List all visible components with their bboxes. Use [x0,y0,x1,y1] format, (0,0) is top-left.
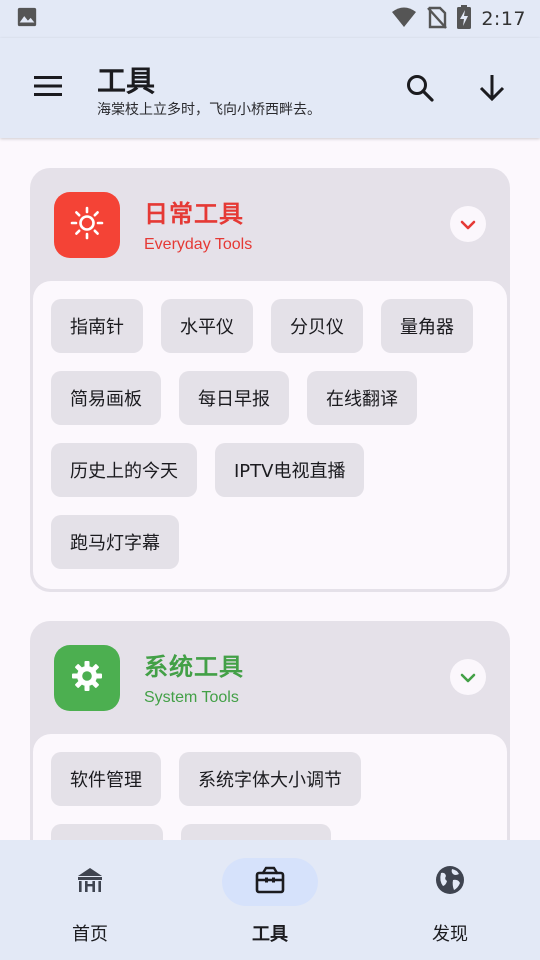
section-title: 日常工具 [144,200,244,228]
section-icon [54,645,120,711]
nav-item-tools[interactable]: 工具 [180,840,360,960]
tool-chip[interactable]: 量角器 [381,299,473,353]
tool-chip[interactable]: 分贝仪 [271,299,363,353]
tool-chip[interactable]: 软件管理 [51,752,161,806]
tool-chip[interactable]: 简易画板 [51,371,161,425]
tool-chip[interactable]: 跑马灯字幕 [51,515,179,569]
gear-icon [70,659,104,697]
collapse-button[interactable] [450,659,486,695]
search-icon [405,73,435,107]
app-bar: 工具 海棠枝上立多时，飞向小桥西畔去。 [0,38,540,138]
image-icon [16,6,38,32]
sun-icon [70,206,104,244]
nav-item-discover[interactable]: 发现 [360,840,540,960]
search-button[interactable] [398,68,442,112]
nav-indicator [402,858,498,906]
bottom-navigation: 首页 工具 发现 [0,840,540,960]
section-icon [54,192,120,258]
tool-chip[interactable]: 系统字体大小调节 [179,752,361,806]
tool-chip[interactable]: 水平仪 [161,299,253,353]
section-header[interactable]: 日常工具 Everyday Tools [30,168,510,281]
section-everyday-tools: 日常工具 Everyday Tools 指南针 水平仪 分贝仪 量角器简易画板 每日早报… [30,168,510,592]
nav-label: 首页 [72,924,108,945]
nav-indicator-active [222,858,318,906]
tool-chip[interactable]: 在线翻译 [307,371,417,425]
tool-list[interactable]: 日常工具 Everyday Tools 指南针 水平仪 分贝仪 量角器简易画板 每日早报… [0,138,540,840]
section-tools: 软件管理 系统字体大小调节 [33,734,507,840]
collapse-button[interactable] [450,206,486,242]
home-icon [75,865,105,899]
section-tools: 指南针 水平仪 分贝仪 量角器简易画板 每日早报 在线翻译历史上的今天 IPTV电视直播 跑马… [33,281,507,589]
globe-icon [434,864,466,900]
menu-icon [34,75,62,101]
section-subtitle: Everyday Tools [144,236,253,253]
section-system-tools: 系统工具 System Tools 软件管理 系统字体大小调节 [30,621,510,840]
no-sim-icon [427,5,448,33]
chevron-down-icon [460,215,476,234]
tool-chip-list: 软件管理 系统字体大小调节 [51,752,489,840]
status-time: 2:17 [481,8,526,30]
tool-chip[interactable]: 每日早报 [179,371,289,425]
chevron-down-icon [460,668,476,687]
section-title: 系统工具 [144,653,244,681]
tool-chip[interactable]: 指南针 [51,299,143,353]
section-header[interactable]: 系统工具 System Tools [30,621,510,734]
section-subtitle: System Tools [144,689,239,706]
nav-label: 工具 [252,924,288,945]
tool-chip[interactable] [51,824,163,840]
nav-label: 发现 [432,924,468,945]
page-title: 工具 [97,64,156,98]
battery-charging-icon [457,5,472,33]
toolbox-icon [254,865,286,899]
tool-chip[interactable]: 历史上的今天 [51,443,197,497]
nav-indicator [42,858,138,906]
tool-chip[interactable]: IPTV电视直播 [215,443,365,497]
status-bar: 2:17 [0,0,540,38]
nav-item-home[interactable]: 首页 [0,840,180,960]
tool-chip-list: 指南针 水平仪 分贝仪 量角器简易画板 每日早报 在线翻译历史上的今天 IPTV电视直播 跑马… [51,299,489,569]
wifi-icon [391,6,417,32]
page-subtitle: 海棠枝上立多时，飞向小桥西畔去。 [97,102,321,118]
tool-chip[interactable] [181,824,331,840]
download-button[interactable] [470,68,514,112]
arrow-down-icon [478,73,506,107]
menu-button[interactable] [28,70,68,106]
